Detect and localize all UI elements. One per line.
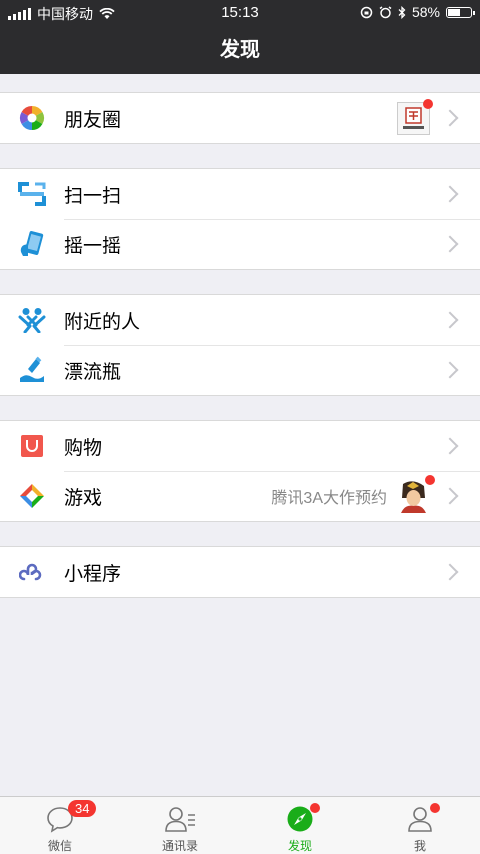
cell-label: 小程序: [64, 563, 122, 585]
discover-dot: [310, 803, 320, 813]
mini-program-icon: [17, 557, 47, 587]
group-scan-shake: 扫一扫 摇一摇: [0, 168, 480, 270]
status-bar: 中国移动 15:13 58%: [0, 0, 480, 26]
tab-chats[interactable]: 34 微信: [0, 797, 120, 854]
cell-mini-program[interactable]: 小程序: [0, 547, 480, 597]
chevron-right-icon: [441, 563, 459, 581]
moments-aperture-icon: [17, 103, 47, 133]
moments-thumbnail: [397, 98, 433, 135]
tab-me[interactable]: 我: [360, 797, 480, 854]
cell-label: 朋友圈: [64, 109, 122, 131]
rotation-lock-icon: [360, 6, 373, 18]
chevron-right-icon: [441, 311, 459, 329]
drift-bottle-icon: [17, 355, 47, 385]
cell-label: 摇一摇: [64, 235, 122, 257]
cell-label: 漂流瓶: [64, 361, 122, 383]
new-game-dot: [425, 474, 435, 485]
scan-icon: [17, 179, 47, 209]
group-mini-programs: 小程序: [0, 546, 480, 598]
cell-games[interactable]: 游戏 腾讯3A大作预约: [0, 471, 480, 521]
page-title: 发现: [0, 26, 480, 74]
battery-level: [448, 8, 460, 16]
tab-label: 发现: [287, 839, 312, 853]
contacts-icon: [165, 807, 195, 832]
tab-label: 我: [413, 839, 426, 853]
chevron-right-icon: [441, 437, 459, 455]
new-post-dot: [423, 98, 433, 109]
unread-count-badge: 34: [68, 800, 97, 817]
bluetooth-icon: [398, 5, 406, 19]
chevron-right-icon: [441, 235, 459, 253]
chevron-right-icon: [441, 185, 459, 203]
cell-shake[interactable]: 摇一摇: [0, 219, 480, 269]
cell-scan[interactable]: 扫一扫: [0, 169, 480, 219]
games-promo-text: 腾讯3A大作预约: [271, 490, 387, 507]
cell-label: 附近的人: [64, 311, 141, 333]
alarm-icon: [379, 5, 392, 18]
tab-label: 微信: [47, 839, 72, 853]
battery-percent: 58%: [411, 4, 440, 20]
tab-contacts[interactable]: 通讯录: [120, 797, 240, 854]
games-icon: [17, 481, 47, 511]
battery-icon: [446, 6, 475, 18]
cell-label: 扫一扫: [64, 185, 122, 207]
shopping-bag-icon: [17, 431, 47, 461]
chevron-right-icon: [441, 487, 459, 505]
cell-people-nearby[interactable]: 附近的人: [0, 295, 480, 345]
cell-moments[interactable]: 朋友圈: [0, 93, 480, 143]
tab-bar: 34 微信 通讯录 发现 我: [0, 796, 480, 854]
tab-label: 通讯录: [161, 839, 198, 853]
cell-label: 游戏: [64, 487, 103, 509]
chevron-right-icon: [441, 361, 459, 379]
games-thumbnail: [397, 474, 435, 513]
cell-drift-bottle[interactable]: 漂流瓶: [0, 345, 480, 395]
tab-discover[interactable]: 发现: [240, 797, 360, 854]
group-moments: 朋友圈: [0, 92, 480, 144]
cell-shopping[interactable]: 购物: [0, 421, 480, 471]
cell-label: 购物: [64, 437, 103, 459]
chevron-right-icon: [441, 109, 459, 127]
group-nearby: 附近的人 漂流瓶: [0, 294, 480, 396]
shake-phone-icon: [17, 229, 47, 259]
people-nearby-icon: [17, 305, 47, 335]
discover-list: 朋友圈 扫一扫 摇一摇 附近的人 漂流瓶 购物 游戏 腾讯3A大作预约 小程序: [0, 74, 480, 598]
me-dot: [430, 803, 440, 813]
group-shopping-games: 购物 游戏 腾讯3A大作预约: [0, 420, 480, 522]
